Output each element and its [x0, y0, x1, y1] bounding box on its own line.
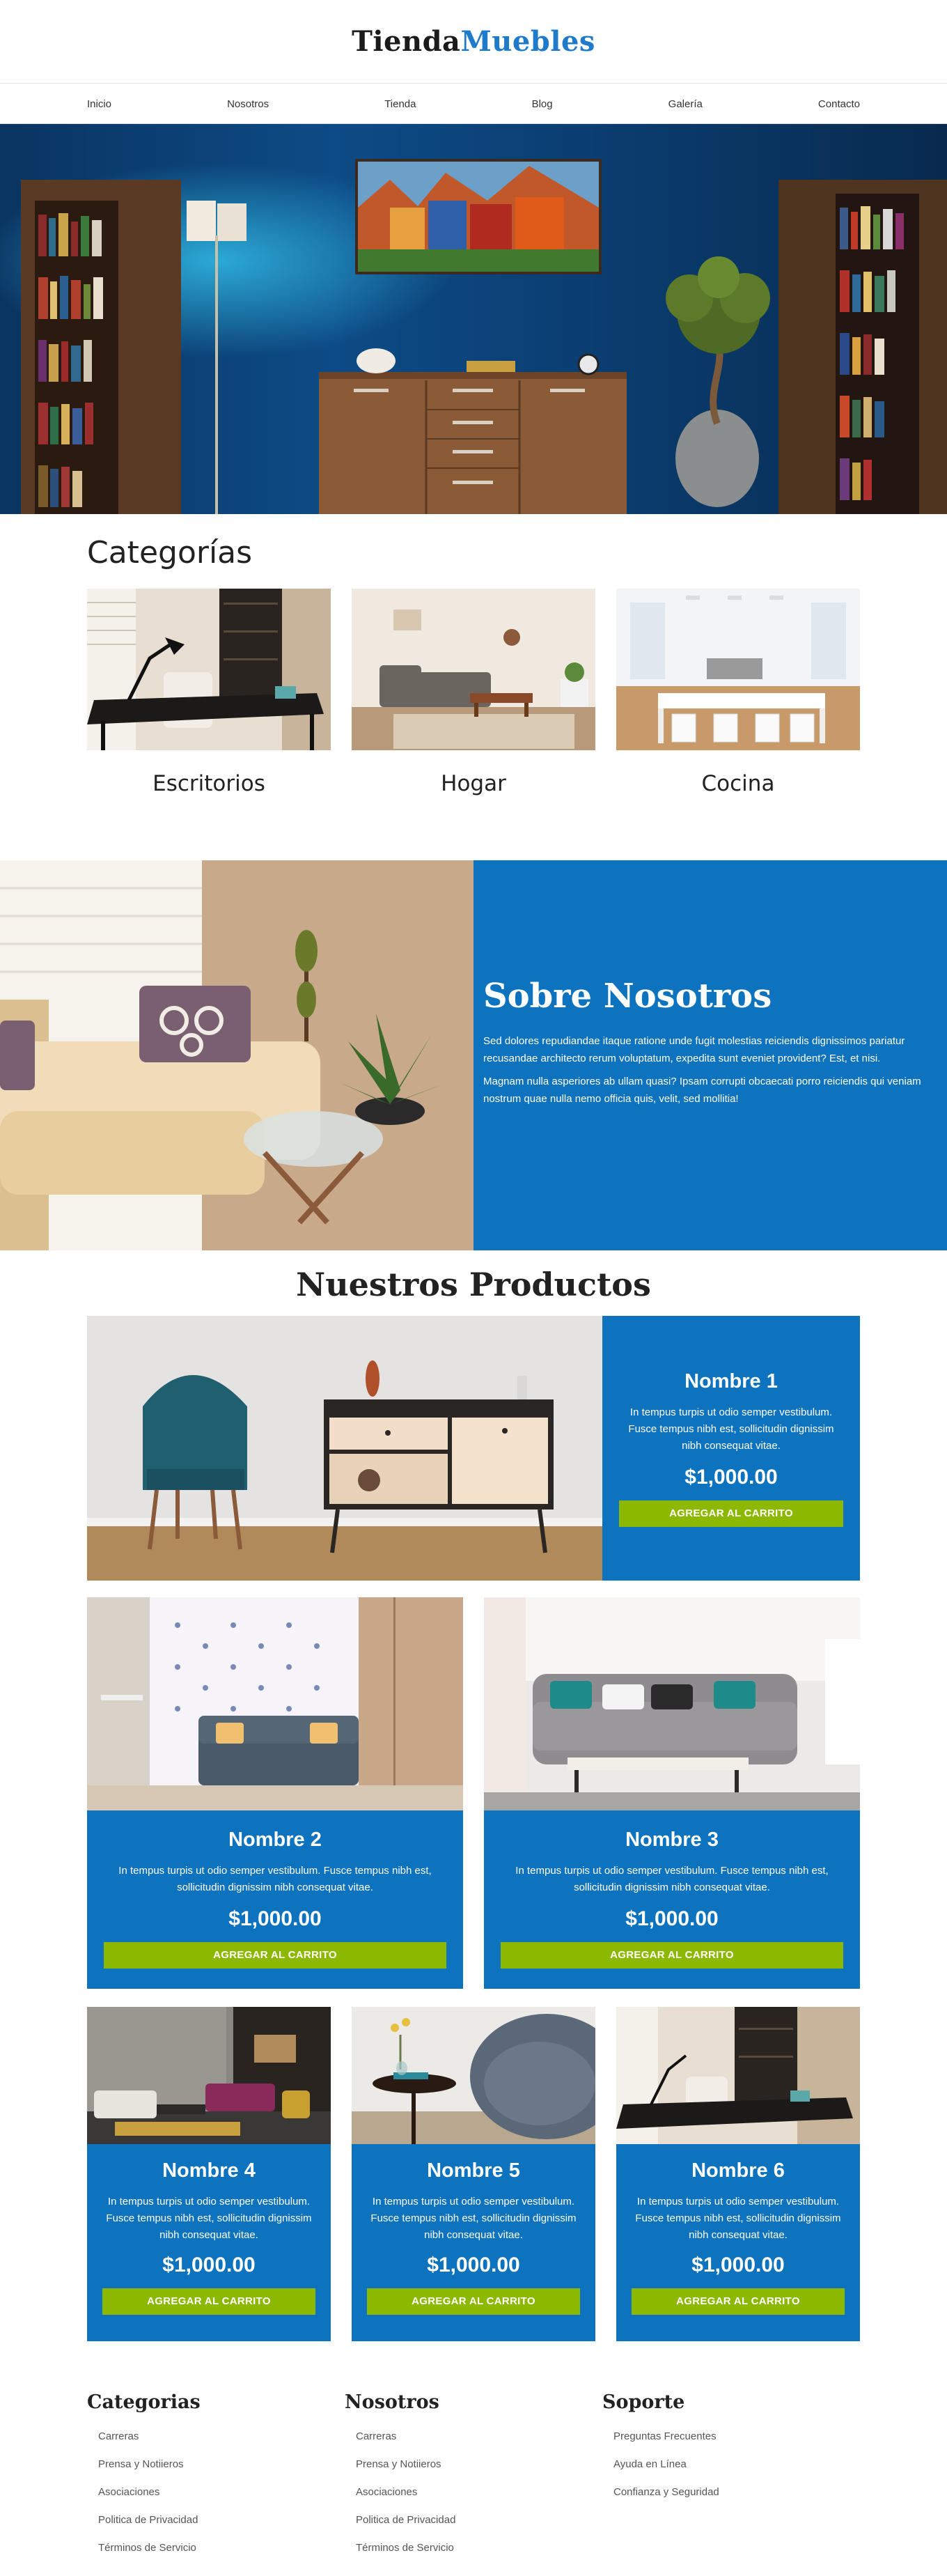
product-card-5: Nombre 5 In tempus turpis ut odio semper… — [352, 2007, 595, 2341]
add-to-cart-button-5[interactable]: AGREGAR AL CARRITO — [367, 2288, 580, 2315]
nav-item-blog[interactable]: Blog — [532, 98, 553, 110]
footer-link[interactable]: Preguntas Frecuentes — [602, 2423, 860, 2451]
product-desc-4: In tempus turpis ut odio semper vestibul… — [106, 2196, 312, 2241]
add-to-cart-button-2[interactable]: AGREGAR AL CARRITO — [104, 1942, 446, 1969]
about-text-panel: Sobre Nosotros Sed dolores repudiandae i… — [474, 860, 947, 1250]
product-price-5: $1,000.00 — [427, 2253, 520, 2276]
footer-link[interactable]: Politica de Privacidad — [87, 2506, 345, 2534]
category-label-cocina: Cocina — [701, 771, 775, 796]
product-image-4 — [87, 2007, 331, 2144]
product-info-5: Nombre 5 In tempus turpis ut odio semper… — [352, 2144, 595, 2341]
product-card-2: Nombre 2 In tempus turpis ut odio semper… — [87, 1597, 463, 1989]
category-image-hogar — [352, 589, 595, 750]
products-row-2: Nombre 2 In tempus turpis ut odio semper… — [87, 1597, 860, 1989]
footer-column-title: Nosotros — [345, 2391, 439, 2413]
footer-column-nosotros: Nosotros Carreras Prensa y Notiieros Aso… — [345, 2391, 602, 2562]
product-image-3 — [484, 1597, 860, 1810]
products-title: Nuestros Productos — [296, 1266, 651, 1303]
nav-item-galeria[interactable]: Galería — [668, 98, 703, 110]
category-label-hogar: Hogar — [441, 771, 506, 796]
hero-image — [0, 124, 947, 514]
categories-section: Categorías Escritorios Hogar Cocina — [87, 535, 860, 796]
footer-column-title: Soporte — [602, 2391, 685, 2413]
footer-link[interactable]: Carreras — [87, 2423, 345, 2451]
product-card-1: Nombre 1 In tempus turpis ut odio semper… — [87, 1316, 860, 1581]
footer-link[interactable]: Ayuda en Línea — [602, 2451, 860, 2478]
product-desc-2: In tempus turpis ut odio semper vestibul… — [118, 1865, 432, 1893]
product-price-6: $1,000.00 — [691, 2253, 785, 2276]
footer-link[interactable]: Asociaciones — [87, 2478, 345, 2506]
footer-link[interactable]: Asociaciones — [345, 2478, 602, 2506]
product-price-2: $1,000.00 — [228, 1907, 322, 1930]
footer-link[interactable]: Confianza y Seguridad — [602, 2478, 860, 2506]
product-image-5 — [352, 2007, 595, 2144]
about-image — [0, 860, 474, 1250]
product-price-1: $1,000.00 — [684, 1465, 778, 1489]
about-title: Sobre Nosotros — [483, 977, 772, 1016]
product-name-6: Nombre 6 — [691, 2159, 785, 2182]
footer-link[interactable]: Politica de Privacidad — [345, 2506, 602, 2534]
footer-link[interactable]: Prensa y Notiieros — [87, 2451, 345, 2478]
footer-column-title: Categorias — [87, 2391, 201, 2413]
product-info-4: Nombre 4 In tempus turpis ut odio semper… — [87, 2144, 331, 2341]
category-card-cocina[interactable]: Cocina — [616, 589, 860, 796]
product-card-3: Nombre 3 In tempus turpis ut odio semper… — [484, 1597, 860, 1989]
category-image-escritorios — [87, 589, 331, 750]
about-paragraph-2: Magnam nulla asperiores ab ullam quasi? … — [483, 1076, 921, 1105]
product-info-3: Nombre 3 In tempus turpis ut odio semper… — [484, 1810, 860, 1989]
product-name-2: Nombre 2 — [228, 1829, 322, 1851]
footer-link[interactable]: Términos de Servicio — [345, 2534, 602, 2562]
product-info-6: Nombre 6 In tempus turpis ut odio semper… — [616, 2144, 860, 2341]
nav-item-nosotros[interactable]: Nosotros — [227, 98, 269, 110]
product-name-5: Nombre 5 — [427, 2159, 520, 2182]
product-desc-5: In tempus turpis ut odio semper vestibul… — [370, 2196, 577, 2241]
product-desc-1: In tempus turpis ut odio semper vestibul… — [628, 1406, 834, 1452]
product-image-6 — [616, 2007, 860, 2144]
about-section: Sobre Nosotros Sed dolores repudiandae i… — [0, 860, 947, 1250]
categories-title: Categorías — [87, 535, 253, 571]
brand-logo-part2: Muebles — [460, 25, 595, 58]
products-row-3: Nombre 4 In tempus turpis ut odio semper… — [87, 2007, 860, 2341]
product-name-4: Nombre 4 — [162, 2159, 256, 2182]
product-info-2: Nombre 2 In tempus turpis ut odio semper… — [87, 1810, 463, 1989]
site-header: TiendaMuebles — [0, 0, 947, 84]
brand-logo-part1: Tienda — [352, 25, 461, 58]
main-nav: Inicio Nosotros Tienda Blog Galería Cont… — [0, 84, 947, 124]
brand-logo[interactable]: TiendaMuebles — [352, 25, 595, 58]
category-image-cocina — [616, 589, 860, 750]
add-to-cart-button-6[interactable]: AGREGAR AL CARRITO — [632, 2288, 845, 2315]
add-to-cart-button-3[interactable]: AGREGAR AL CARRITO — [501, 1942, 843, 1969]
footer-link[interactable]: Carreras — [345, 2423, 602, 2451]
product-image-2 — [87, 1597, 463, 1810]
product-desc-6: In tempus turpis ut odio semper vestibul… — [635, 2196, 841, 2241]
category-card-escritorios[interactable]: Escritorios — [87, 589, 331, 796]
product-desc-3: In tempus turpis ut odio semper vestibul… — [515, 1865, 829, 1893]
product-price-3: $1,000.00 — [625, 1907, 719, 1930]
footer-column-categorias: Categorias Carreras Prensa y Notiieros A… — [87, 2391, 345, 2562]
product-card-4: Nombre 4 In tempus turpis ut odio semper… — [87, 2007, 331, 2341]
nav-item-contacto[interactable]: Contacto — [818, 98, 860, 110]
about-paragraph-1: Sed dolores repudiandae itaque ratione u… — [483, 1035, 905, 1064]
product-name-3: Nombre 3 — [625, 1829, 719, 1851]
add-to-cart-button-4[interactable]: AGREGAR AL CARRITO — [102, 2288, 315, 2315]
category-card-hogar[interactable]: Hogar — [352, 589, 595, 796]
footer-column-soporte: Soporte Preguntas Frecuentes Ayuda en Lí… — [602, 2391, 860, 2562]
nav-item-inicio[interactable]: Inicio — [87, 98, 111, 110]
product-name-1: Nombre 1 — [684, 1370, 778, 1392]
site-footer: Categorias Carreras Prensa y Notiieros A… — [87, 2391, 860, 2576]
nav-item-tienda[interactable]: Tienda — [384, 98, 416, 110]
categories-grid: Escritorios Hogar Cocina — [87, 589, 860, 796]
product-price-4: $1,000.00 — [162, 2253, 256, 2276]
product-info-1: Nombre 1 In tempus turpis ut odio semper… — [602, 1316, 860, 1581]
footer-link[interactable]: Prensa y Notiieros — [345, 2451, 602, 2478]
add-to-cart-button-1[interactable]: AGREGAR AL CARRITO — [619, 1500, 843, 1527]
hero-banner — [0, 124, 947, 514]
footer-link[interactable]: Términos de Servicio — [87, 2534, 345, 2562]
category-label-escritorios: Escritorios — [152, 771, 265, 796]
products-section: Nuestros Productos Nombre 1 In tempus tu… — [87, 1266, 860, 2341]
product-image-1 — [87, 1316, 602, 1581]
product-card-6: Nombre 6 In tempus turpis ut odio semper… — [616, 2007, 860, 2341]
